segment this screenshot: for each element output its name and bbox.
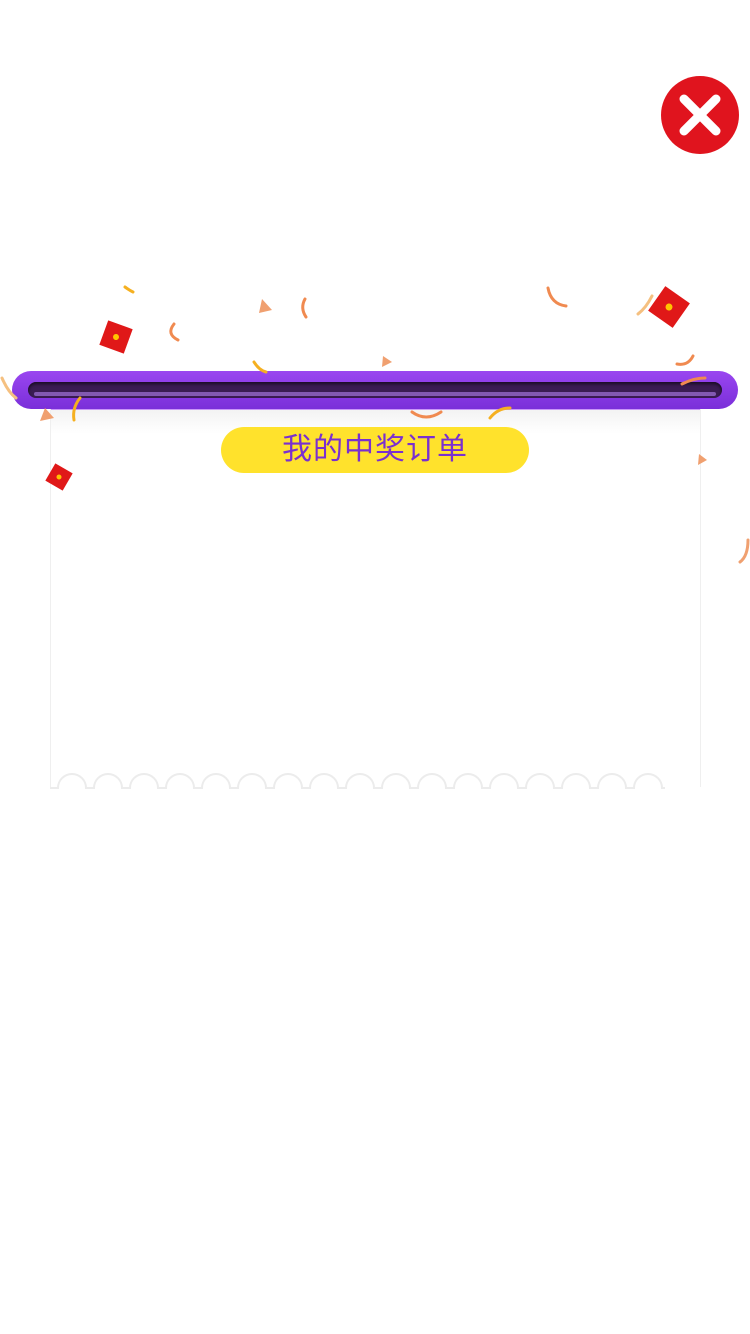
- red-envelope-icon: [99, 320, 133, 354]
- close-x-icon: [679, 94, 721, 136]
- red-envelope-icon: [648, 286, 690, 328]
- prize-orders-dialog: 我的中奖订单: [0, 0, 750, 1334]
- ticket-scalloped-edge: [50, 773, 665, 789]
- ticket-slot-opening: [28, 382, 722, 398]
- dialog-title: 我的中奖订单: [221, 427, 529, 473]
- ticket-slot: [12, 371, 738, 409]
- close-button[interactable]: [661, 76, 739, 154]
